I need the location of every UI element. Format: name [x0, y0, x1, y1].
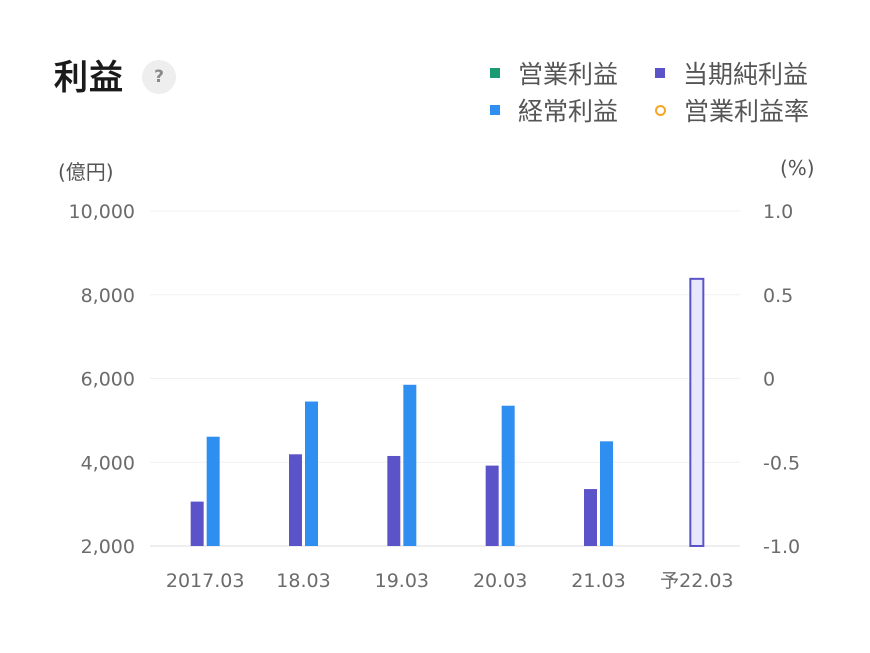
- x-tick-label: 18.03: [276, 570, 330, 592]
- profit-chart: 10,000 8,000 6,000 4,000 2,000 1.0 0.5 0 -0.5 -1.…: [69, 201, 801, 592]
- y-right-tick-label: 0.5: [763, 285, 793, 307]
- bar-net-income-forecast: [689, 277, 705, 547]
- y-left-tick-label: 10,000: [69, 201, 135, 223]
- bar-net-income: [584, 489, 597, 546]
- y-left-tick-label: 8,000: [81, 285, 135, 307]
- bar-ordinary-profit: [305, 401, 318, 546]
- y-right-tick-label: -0.5: [763, 452, 800, 474]
- x-tick-label: 20.03: [473, 570, 527, 592]
- bar-ordinary-profit: [403, 384, 417, 546]
- bar-ordinary-profit: [501, 405, 515, 546]
- y-left-tick-label: 6,000: [81, 369, 135, 391]
- bar-net-income: [289, 454, 302, 546]
- bar-ordinary-profit: [600, 441, 613, 546]
- bar-net-income: [485, 465, 499, 546]
- y-right-tick-label: 1.0: [763, 201, 793, 223]
- x-tick-label: 2017.03: [166, 570, 245, 592]
- y-right-tick-label: 0: [763, 369, 775, 391]
- y-left-tick-label: 2,000: [81, 536, 135, 558]
- bar-net-income: [387, 455, 401, 546]
- x-tick-label: 21.03: [571, 570, 625, 592]
- y-left-tick-label: 4,000: [81, 452, 135, 474]
- bar-net-income: [190, 501, 204, 546]
- x-tick-label: 予22.03: [660, 570, 733, 592]
- bar-ordinary-profit: [206, 436, 220, 546]
- x-tick-label: 19.03: [375, 570, 429, 592]
- y-right-tick-label: -1.0: [763, 536, 800, 558]
